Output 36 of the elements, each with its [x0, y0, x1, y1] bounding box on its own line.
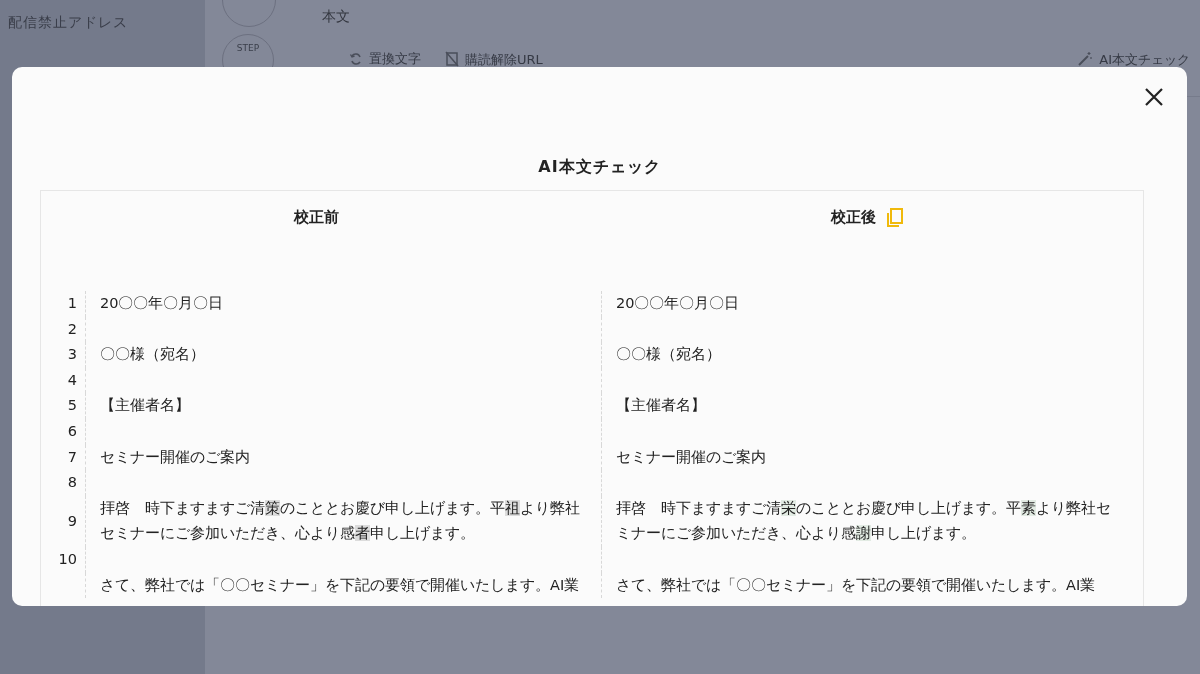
document-slash-icon: [445, 51, 459, 67]
line-text: さて、弊社では「〇〇セミナー」を下記の要領で開催いたします。AI業: [616, 575, 1097, 595]
wand-icon: [1077, 51, 1094, 67]
toolbar-button[interactable]: 置換文字: [349, 51, 421, 66]
line-number: 6: [66, 421, 78, 441]
close-icon: [1143, 86, 1165, 108]
line-number: 2: [66, 319, 78, 339]
section-label: 本文: [322, 8, 350, 26]
line-number: 4: [66, 370, 78, 390]
step-label: STEP: [236, 43, 260, 53]
sidebar-item[interactable]: 配信禁止アドレス: [0, 14, 205, 32]
line-text: 20〇〇年〇月〇日: [100, 294, 225, 313]
modal-title: AI本文チェック: [538, 157, 661, 178]
line-text: 〇〇様（宛名）: [616, 345, 722, 365]
column-heading: 校正前: [294, 208, 339, 227]
line-number: 1: [66, 294, 78, 313]
line-number: 9: [66, 511, 78, 531]
column-heading: 校正後: [831, 208, 876, 227]
refresh-icon: [349, 51, 363, 66]
line-number: 7: [66, 447, 78, 467]
line-number: 8: [66, 473, 78, 493]
line-number: 3: [66, 345, 78, 365]
line-text: 拝啓 時下ますますご清策のこととお慶び申し上げます。平祖より弊社セミナーにご参加いただき、心より感者申し上げます。: [100, 498, 581, 544]
line-text: さて、弊社では「〇〇セミナー」を下記の要領で開催いたします。AI業: [100, 575, 581, 595]
line-text: 【主催者名】: [616, 396, 707, 416]
close-button[interactable]: [1143, 86, 1165, 108]
line-text: 〇〇様（宛名）: [100, 345, 206, 365]
line-text: セミナー開催のご案内: [100, 447, 251, 467]
toolbar-button[interactable]: 購読解除URL: [445, 51, 543, 67]
line-text: セミナー開催のご案内: [616, 447, 767, 467]
line-text: 【主催者名】: [100, 396, 191, 416]
toolbar-button[interactable]: AI本文チェック: [1077, 51, 1190, 67]
line-text: 20〇〇年〇月〇日: [616, 294, 741, 313]
line-number: 5: [66, 396, 78, 416]
line-text: 拝啓 時下ますますご清栄のこととお慶び申し上げます。平素より弊社セミナーにご参加いただき、心より感謝申し上げます。: [616, 498, 1112, 544]
line-number: 10: [57, 549, 78, 569]
